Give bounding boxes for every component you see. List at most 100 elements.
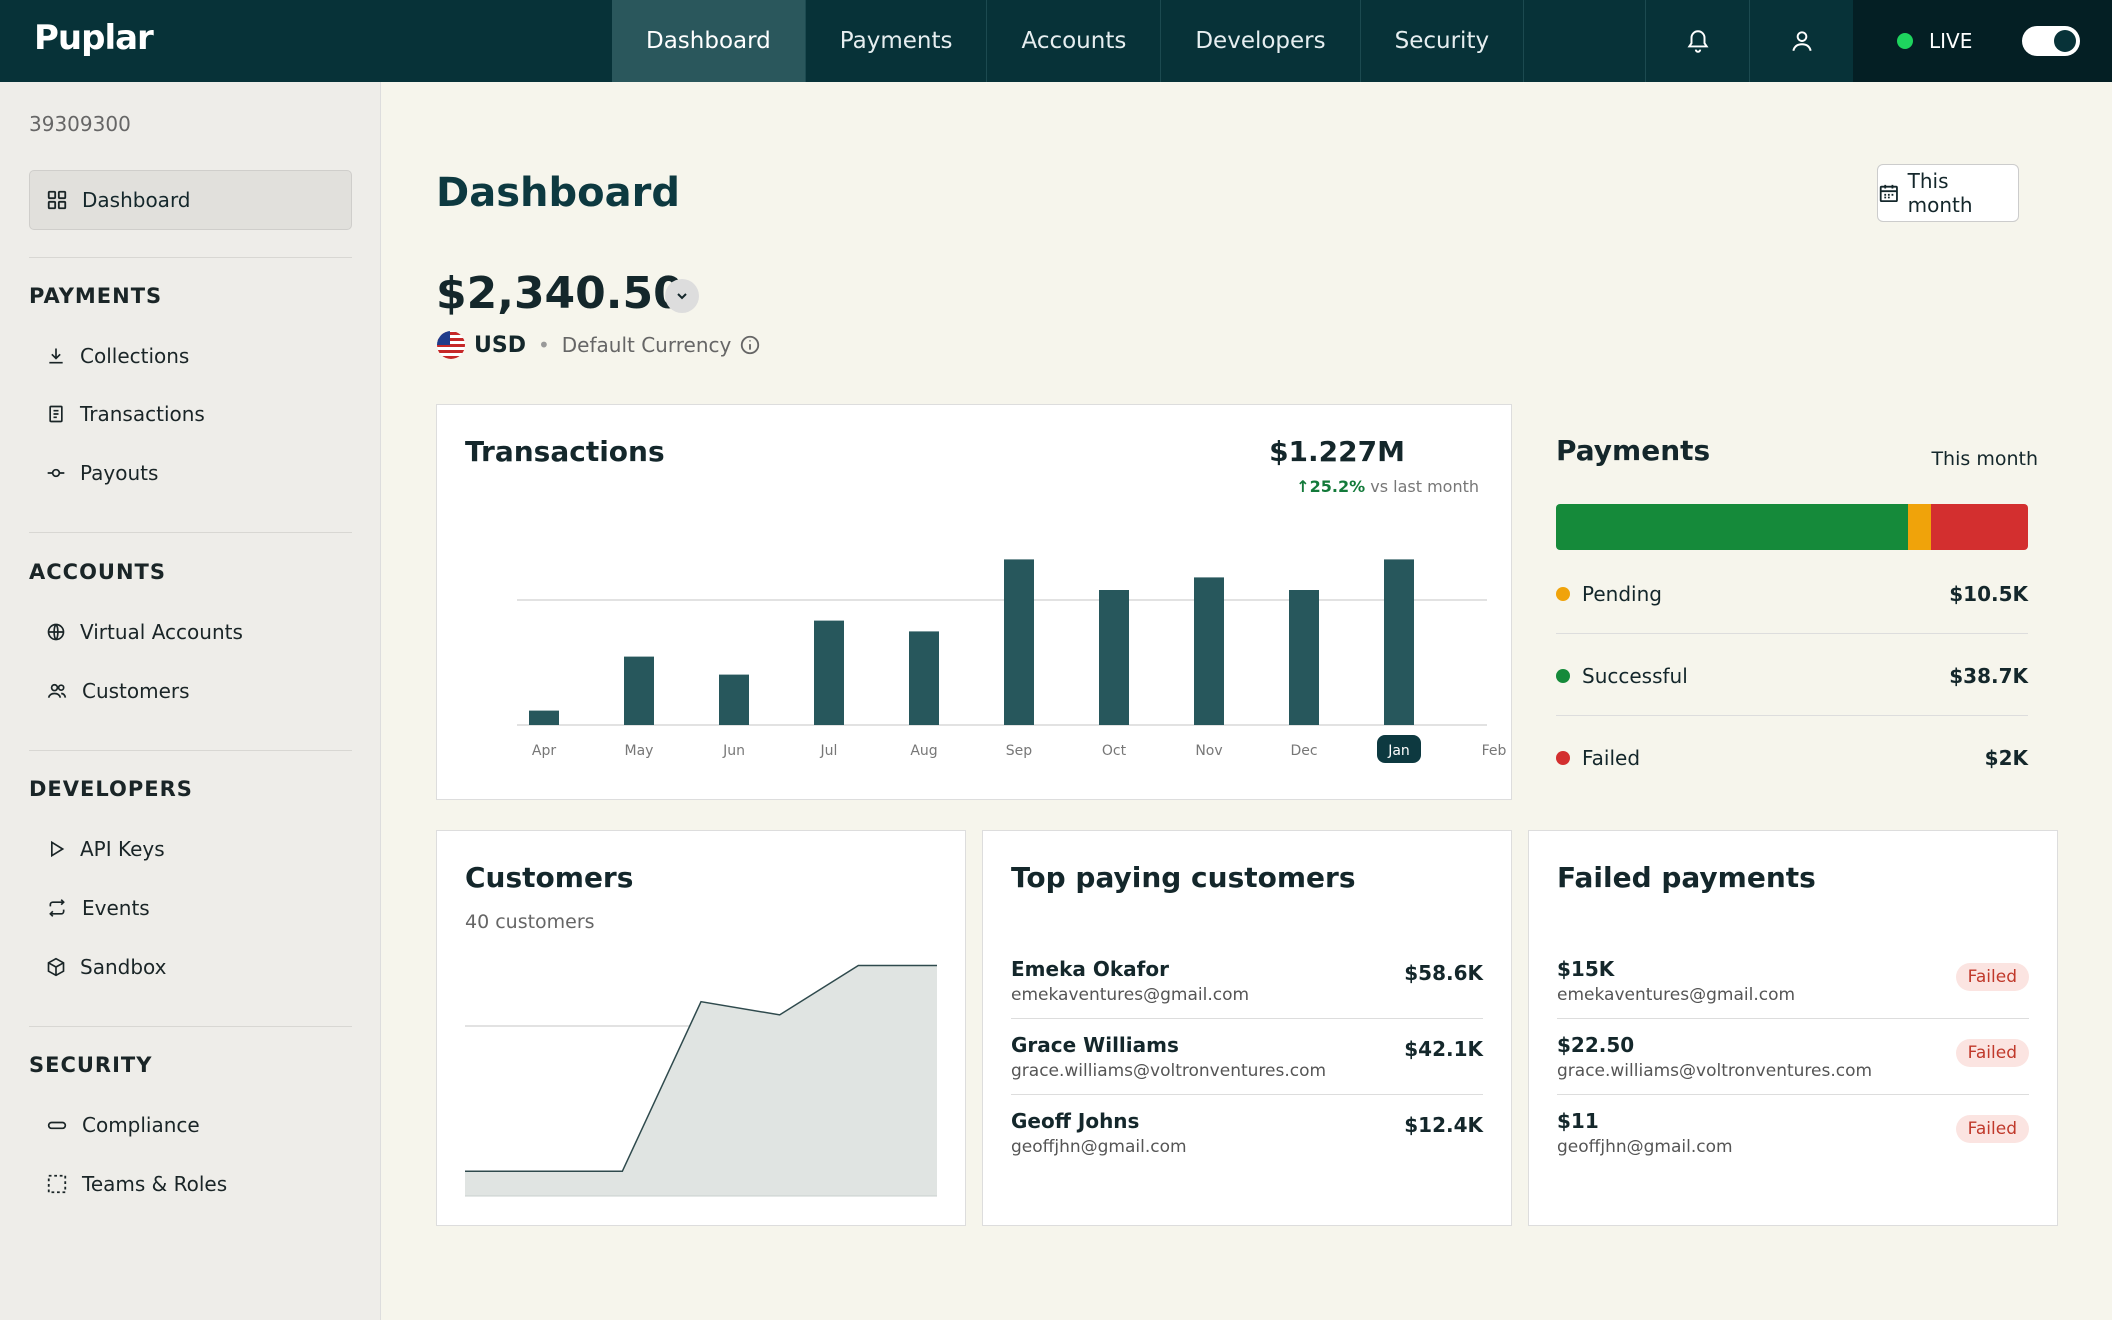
- period-button[interactable]: This month: [1877, 164, 2019, 222]
- currency-row: USD • Default Currency: [436, 330, 761, 360]
- x-tick-label: Nov: [1195, 743, 1222, 759]
- bar-aug[interactable]: [909, 631, 939, 725]
- sidebar-item-compliance[interactable]: Compliance: [46, 1113, 200, 1137]
- customer-email: emekaventures@gmail.com: [1011, 985, 1250, 1005]
- x-tick-label: Sep: [1006, 743, 1033, 759]
- bar-oct[interactable]: [1099, 590, 1129, 725]
- area-fill: [465, 965, 937, 1196]
- sidebar-item-collections[interactable]: Collections: [46, 344, 189, 368]
- tab-developers[interactable]: Developers: [1161, 0, 1361, 82]
- download-icon: [49, 348, 63, 364]
- x-tick-label: Aug: [910, 743, 937, 759]
- status-dot-failed: [1556, 751, 1570, 765]
- balance-dropdown[interactable]: [665, 279, 699, 313]
- list-item[interactable]: Emeka Okafor emekaventures@gmail.com $58…: [1011, 943, 1483, 1019]
- tab-payments[interactable]: Payments: [806, 0, 988, 82]
- sidebar: 39309300 Dashboard PAYMENTS Collections …: [0, 82, 381, 1320]
- main-content: Dashboard This month $2,340.50 USD • Def…: [382, 82, 2112, 1320]
- sidebar-item-transactions[interactable]: Transactions: [46, 402, 205, 426]
- bar-segment-successful: [1556, 504, 1908, 550]
- sidebar-item-label: Compliance: [82, 1113, 200, 1137]
- notifications-button[interactable]: [1645, 0, 1749, 82]
- info-icon[interactable]: [739, 334, 761, 356]
- balance-amount: $2,340.50: [436, 268, 684, 319]
- payments-row-successful: Successful $38.7K: [1556, 636, 2028, 716]
- sidebar-item-label: Sandbox: [80, 955, 167, 979]
- sidebar-item-sandbox[interactable]: Sandbox: [46, 955, 166, 979]
- bar-sep[interactable]: [1004, 559, 1034, 725]
- customers-card: Customers 40 customers: [436, 830, 966, 1226]
- bar-apr[interactable]: [529, 710, 559, 725]
- bar-jun[interactable]: [719, 674, 749, 725]
- bar-dec[interactable]: [1289, 590, 1319, 725]
- user-icon: [1791, 31, 1812, 52]
- status-badge: Failed: [1955, 1115, 2029, 1143]
- payments-row-label: Failed: [1582, 746, 1641, 770]
- customer-email: geoffjhn@gmail.com: [1011, 1137, 1187, 1157]
- payments-row-value: $10.5K: [1949, 581, 2028, 606]
- customer-amount: $42.1K: [1404, 1037, 1483, 1061]
- sidebar-item-events[interactable]: Events: [46, 896, 150, 920]
- bell-icon: [1687, 30, 1708, 53]
- period-label: This month: [1907, 169, 1973, 217]
- failed-email: emekaventures@gmail.com: [1557, 985, 1796, 1005]
- section-title-accounts: ACCOUNTS: [29, 560, 167, 584]
- sidebar-item-payouts[interactable]: Payouts: [46, 461, 158, 485]
- status-badge: Failed: [1955, 963, 2029, 991]
- failed-amount: $11: [1557, 1109, 1599, 1133]
- payments-period[interactable]: This month: [1931, 448, 2038, 470]
- divider: [29, 257, 352, 258]
- x-tick-label: Apr: [532, 743, 556, 759]
- customer-name: Emeka Okafor: [1011, 957, 1169, 981]
- payments-card: Payments This month Pending $10.5K Succe…: [1528, 404, 2058, 800]
- list-item[interactable]: $11 geoffjhn@gmail.com Failed: [1557, 1095, 2029, 1171]
- payments-row-failed: Failed $2K: [1556, 718, 2028, 798]
- customer-amount: $12.4K: [1404, 1113, 1483, 1137]
- tab-security[interactable]: Security: [1361, 0, 1525, 82]
- sidebar-item-teams-roles[interactable]: Teams & Roles: [46, 1172, 227, 1196]
- bar-segment-pending: [1907, 504, 1932, 550]
- payments-status-bar: [1556, 504, 2028, 550]
- sidebar-item-label: Events: [82, 896, 150, 920]
- tab-dashboard[interactable]: Dashboard: [612, 0, 806, 82]
- payments-row-label: Successful: [1582, 663, 1688, 688]
- chevron-down-icon: [677, 293, 687, 300]
- bar-may[interactable]: [624, 656, 654, 725]
- main-nav: Dashboard Payments Accounts Developers S…: [612, 0, 1525, 82]
- list-item[interactable]: $22.50 grace.williams@voltronventures.co…: [1557, 1019, 2029, 1095]
- list-item[interactable]: Geoff Johns geoffjhn@gmail.com $12.4K: [1011, 1095, 1483, 1171]
- logo[interactable]: Puplar: [34, 18, 154, 58]
- sidebar-item-label: Customers: [82, 679, 190, 703]
- dashed-square-icon: [47, 1174, 67, 1194]
- x-tick-label: May: [625, 743, 654, 759]
- sidebar-item-dashboard[interactable]: Dashboard: [29, 170, 352, 230]
- customer-name: Geoff Johns: [1011, 1109, 1140, 1133]
- bar-jan[interactable]: [1384, 559, 1414, 725]
- live-toggle[interactable]: [2022, 26, 2080, 56]
- failed-amount: $22.50: [1557, 1033, 1635, 1057]
- currency-note: Default Currency: [561, 333, 732, 357]
- x-tick-label: Jan: [1387, 743, 1410, 759]
- list-item[interactable]: Grace Williams grace.williams@voltronven…: [1011, 1019, 1483, 1095]
- sidebar-item-label: Dashboard: [82, 188, 191, 212]
- divider: [29, 1026, 352, 1027]
- bar-nov[interactable]: [1194, 577, 1224, 725]
- status-badge: Failed: [1955, 1039, 2029, 1067]
- tab-accounts[interactable]: Accounts: [987, 0, 1162, 82]
- sidebar-item-customers[interactable]: Customers: [46, 679, 190, 703]
- top-bar: Puplar Dashboard Payments Accounts Devel…: [0, 0, 2112, 82]
- list-item[interactable]: $15K emekaventures@gmail.com Failed: [1557, 943, 2029, 1019]
- sidebar-item-virtual-accounts[interactable]: Virtual Accounts: [46, 620, 243, 644]
- section-title-payments: PAYMENTS: [29, 284, 163, 308]
- sidebar-item-label: Transactions: [80, 402, 205, 426]
- divider: [29, 532, 352, 533]
- profile-button[interactable]: [1749, 0, 1853, 82]
- divider: [29, 750, 352, 751]
- failed-amount: $15K: [1557, 957, 1615, 981]
- bar-jul[interactable]: [814, 620, 844, 725]
- customer-amount: $58.6K: [1404, 961, 1483, 985]
- sidebar-item-api-keys[interactable]: API Keys: [46, 837, 165, 861]
- repeat-icon: [49, 899, 65, 917]
- bar-segment-failed: [1931, 504, 2028, 550]
- x-tick-label: Jul: [820, 743, 838, 759]
